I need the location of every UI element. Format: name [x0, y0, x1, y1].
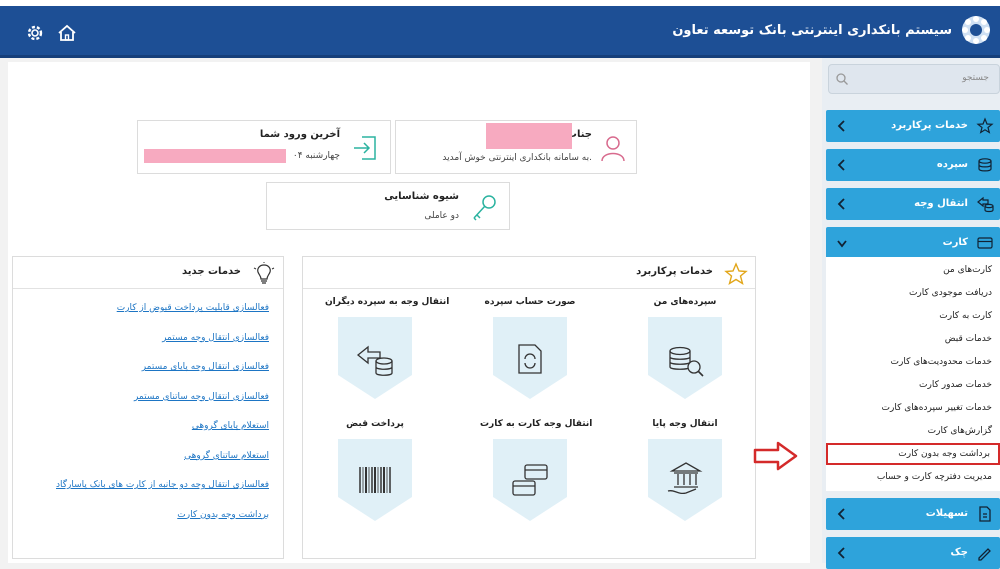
popular-services-header: خدمات پرکاربرد: [303, 257, 755, 289]
menu-card[interactable]: کارت: [826, 227, 1000, 259]
new-service-link[interactable]: فعالسازی انتقال وجه دو جانبه از کارت های…: [56, 478, 269, 508]
coins-transfer-icon: [338, 317, 412, 399]
service-paya-transfer[interactable]: انتقال وجه پایا: [635, 419, 735, 525]
service-transfer-to-others[interactable]: انتقال وجه به سپرده دیگران: [325, 297, 450, 403]
key-icon: [473, 195, 496, 221]
submenu-item[interactable]: گزارش‌های کارت: [826, 420, 1000, 442]
new-service-link[interactable]: استعلام پایای گروهی: [56, 419, 269, 449]
menu-label: تسهیلات: [925, 508, 968, 519]
new-service-link[interactable]: فعالسازی انتقال وجه مستمر: [56, 331, 269, 361]
menu-label: کارت: [942, 237, 968, 248]
service-card-to-card[interactable]: انتقال وجه کارت به کارت: [480, 419, 593, 525]
popular-services-title: خدمات پرکاربرد: [636, 266, 713, 277]
new-services-panel: خدمات جدید فعالسازی قابلیت پرداخت قبوض ا…: [12, 256, 284, 559]
chevron-left-icon: [837, 120, 845, 132]
service-label: انتقال وجه به سپرده دیگران: [325, 297, 450, 307]
card-icon: [977, 237, 993, 249]
service-label: پرداخت قبض: [346, 419, 404, 429]
service-label: انتقال وجه پایا: [652, 419, 718, 429]
top-strip: [0, 0, 1000, 6]
star-icon: [976, 117, 994, 134]
service-deposit-statement[interactable]: صورت حساب سپرده: [480, 297, 580, 403]
search-icon: [836, 73, 848, 85]
service-bill-payment[interactable]: پرداخت قبض: [325, 419, 425, 525]
brand: سیستم بانکداری اینترنتی بانک توسعه تعاون: [672, 14, 992, 46]
chevron-down-icon: [837, 240, 847, 248]
main-content: جناب به سامانه بانکداری اینترنتی خوش آمد…: [8, 62, 810, 563]
auth-method-value: دو عاملی: [424, 211, 459, 221]
last-login-value: چهارشنبه ۰۴: [292, 151, 340, 161]
menu-check[interactable]: چک: [826, 537, 1000, 569]
coins-icon: [978, 158, 992, 172]
chevron-left-icon: [837, 508, 845, 520]
new-service-link[interactable]: برداشت وجه بدون کارت: [56, 508, 269, 538]
coins-search-icon: [648, 317, 722, 399]
card-submenu: کارت‌های من دریافت موجودی کارت کارت به ک…: [826, 257, 1000, 491]
menu-label: سپرده: [936, 159, 968, 170]
new-service-link[interactable]: فعالسازی انتقال وجه ساتنای مستمر: [56, 390, 269, 420]
menu-label: چک: [950, 547, 968, 558]
check-icon: [978, 548, 991, 561]
chevron-left-icon: [837, 159, 845, 171]
new-services-title: خدمات جدید: [182, 266, 241, 277]
menu-label: خدمات پرکاربرد: [891, 120, 968, 131]
welcome-card: جناب به سامانه بانکداری اینترنتی خوش آمد…: [395, 120, 637, 174]
submenu-item[interactable]: خدمات قبض: [826, 328, 1000, 350]
chevron-left-icon: [837, 547, 845, 559]
gear-icon[interactable]: [24, 22, 46, 44]
pointer-arrow-icon: [753, 441, 798, 471]
welcome-message: به سامانه بانکداری اینترنتی خوش آمدید.: [442, 153, 592, 163]
barcode-icon: [338, 439, 412, 521]
document-icon: [979, 506, 991, 522]
new-service-link[interactable]: فعالسازی انتقال وجه پایای مستمر: [56, 360, 269, 390]
popular-services-panel: خدمات پرکاربرد سپرده‌های من صورت حساب سپ…: [302, 256, 756, 559]
menu-popular-services[interactable]: خدمات پرکاربرد: [826, 110, 1000, 142]
service-label: صورت حساب سپرده: [484, 297, 576, 307]
new-services-header: خدمات جدید: [13, 257, 283, 289]
new-service-link[interactable]: فعالسازی قابلیت پرداخت قبوض از کارت: [56, 301, 269, 331]
bank-icon: [648, 439, 722, 521]
last-login-title: آخرین ورود شما: [259, 129, 340, 140]
redacted-name: [486, 123, 572, 149]
last-login-card: آخرین ورود شما چهارشنبه ۰۴: [137, 120, 391, 174]
menu-transfer[interactable]: انتقال وجه: [826, 188, 1000, 220]
card-to-card-icon: [493, 439, 567, 521]
sidebar: جستجو خدمات پرکاربرد سپرده انتقال وجه کا…: [822, 58, 1000, 569]
statement-icon: [493, 317, 567, 399]
search-placeholder: جستجو: [962, 73, 989, 83]
service-label: انتقال وجه کارت به کارت: [480, 419, 593, 429]
new-service-link[interactable]: استعلام ساتنای گروهی: [56, 449, 269, 479]
transfer-icon: [977, 196, 994, 213]
menu-label: انتقال وجه: [914, 198, 968, 209]
submenu-item-cardless-withdrawal[interactable]: برداشت وجه بدون کارت: [826, 443, 1000, 465]
submenu-item[interactable]: دریافت موجودی کارت: [826, 282, 1000, 304]
sidebar-search[interactable]: جستجو: [828, 64, 1000, 94]
menu-deposit[interactable]: سپرده: [826, 149, 1000, 181]
service-label: سپرده‌های من: [653, 297, 717, 307]
chevron-left-icon: [837, 198, 845, 210]
auth-method-title: شیوه شناسایی: [384, 191, 459, 202]
redacted-last-login: [144, 149, 286, 163]
submenu-item[interactable]: خدمات صدور کارت: [826, 374, 1000, 396]
star-icon: [724, 262, 748, 286]
service-my-deposits[interactable]: سپرده‌های من: [635, 297, 735, 403]
new-services-links: فعالسازی قابلیت پرداخت قبوض از کارت فعال…: [56, 301, 269, 537]
submenu-item[interactable]: کارت به کارت: [826, 305, 1000, 327]
submenu-item[interactable]: کارت‌های من: [826, 259, 1000, 281]
app-title: سیستم بانکداری اینترنتی بانک توسعه تعاون: [672, 22, 952, 38]
home-icon[interactable]: [56, 22, 78, 44]
submenu-item[interactable]: خدمات تغییر سپرده‌های کارت: [826, 397, 1000, 419]
login-icon: [354, 136, 376, 160]
submenu-item[interactable]: خدمات محدودیت‌های کارت: [826, 351, 1000, 373]
submenu-item[interactable]: مدیریت دفترچه کارت و حساب: [826, 466, 1000, 488]
menu-facilities[interactable]: تسهیلات: [826, 498, 1000, 530]
auth-method-card: شیوه شناسایی دو عاملی: [266, 182, 510, 230]
user-icon: [601, 136, 625, 162]
bank-logo-icon: [962, 16, 990, 44]
lightbulb-icon: [253, 262, 275, 284]
top-bar: سیستم بانکداری اینترنتی بانک توسعه تعاون: [0, 0, 1000, 58]
